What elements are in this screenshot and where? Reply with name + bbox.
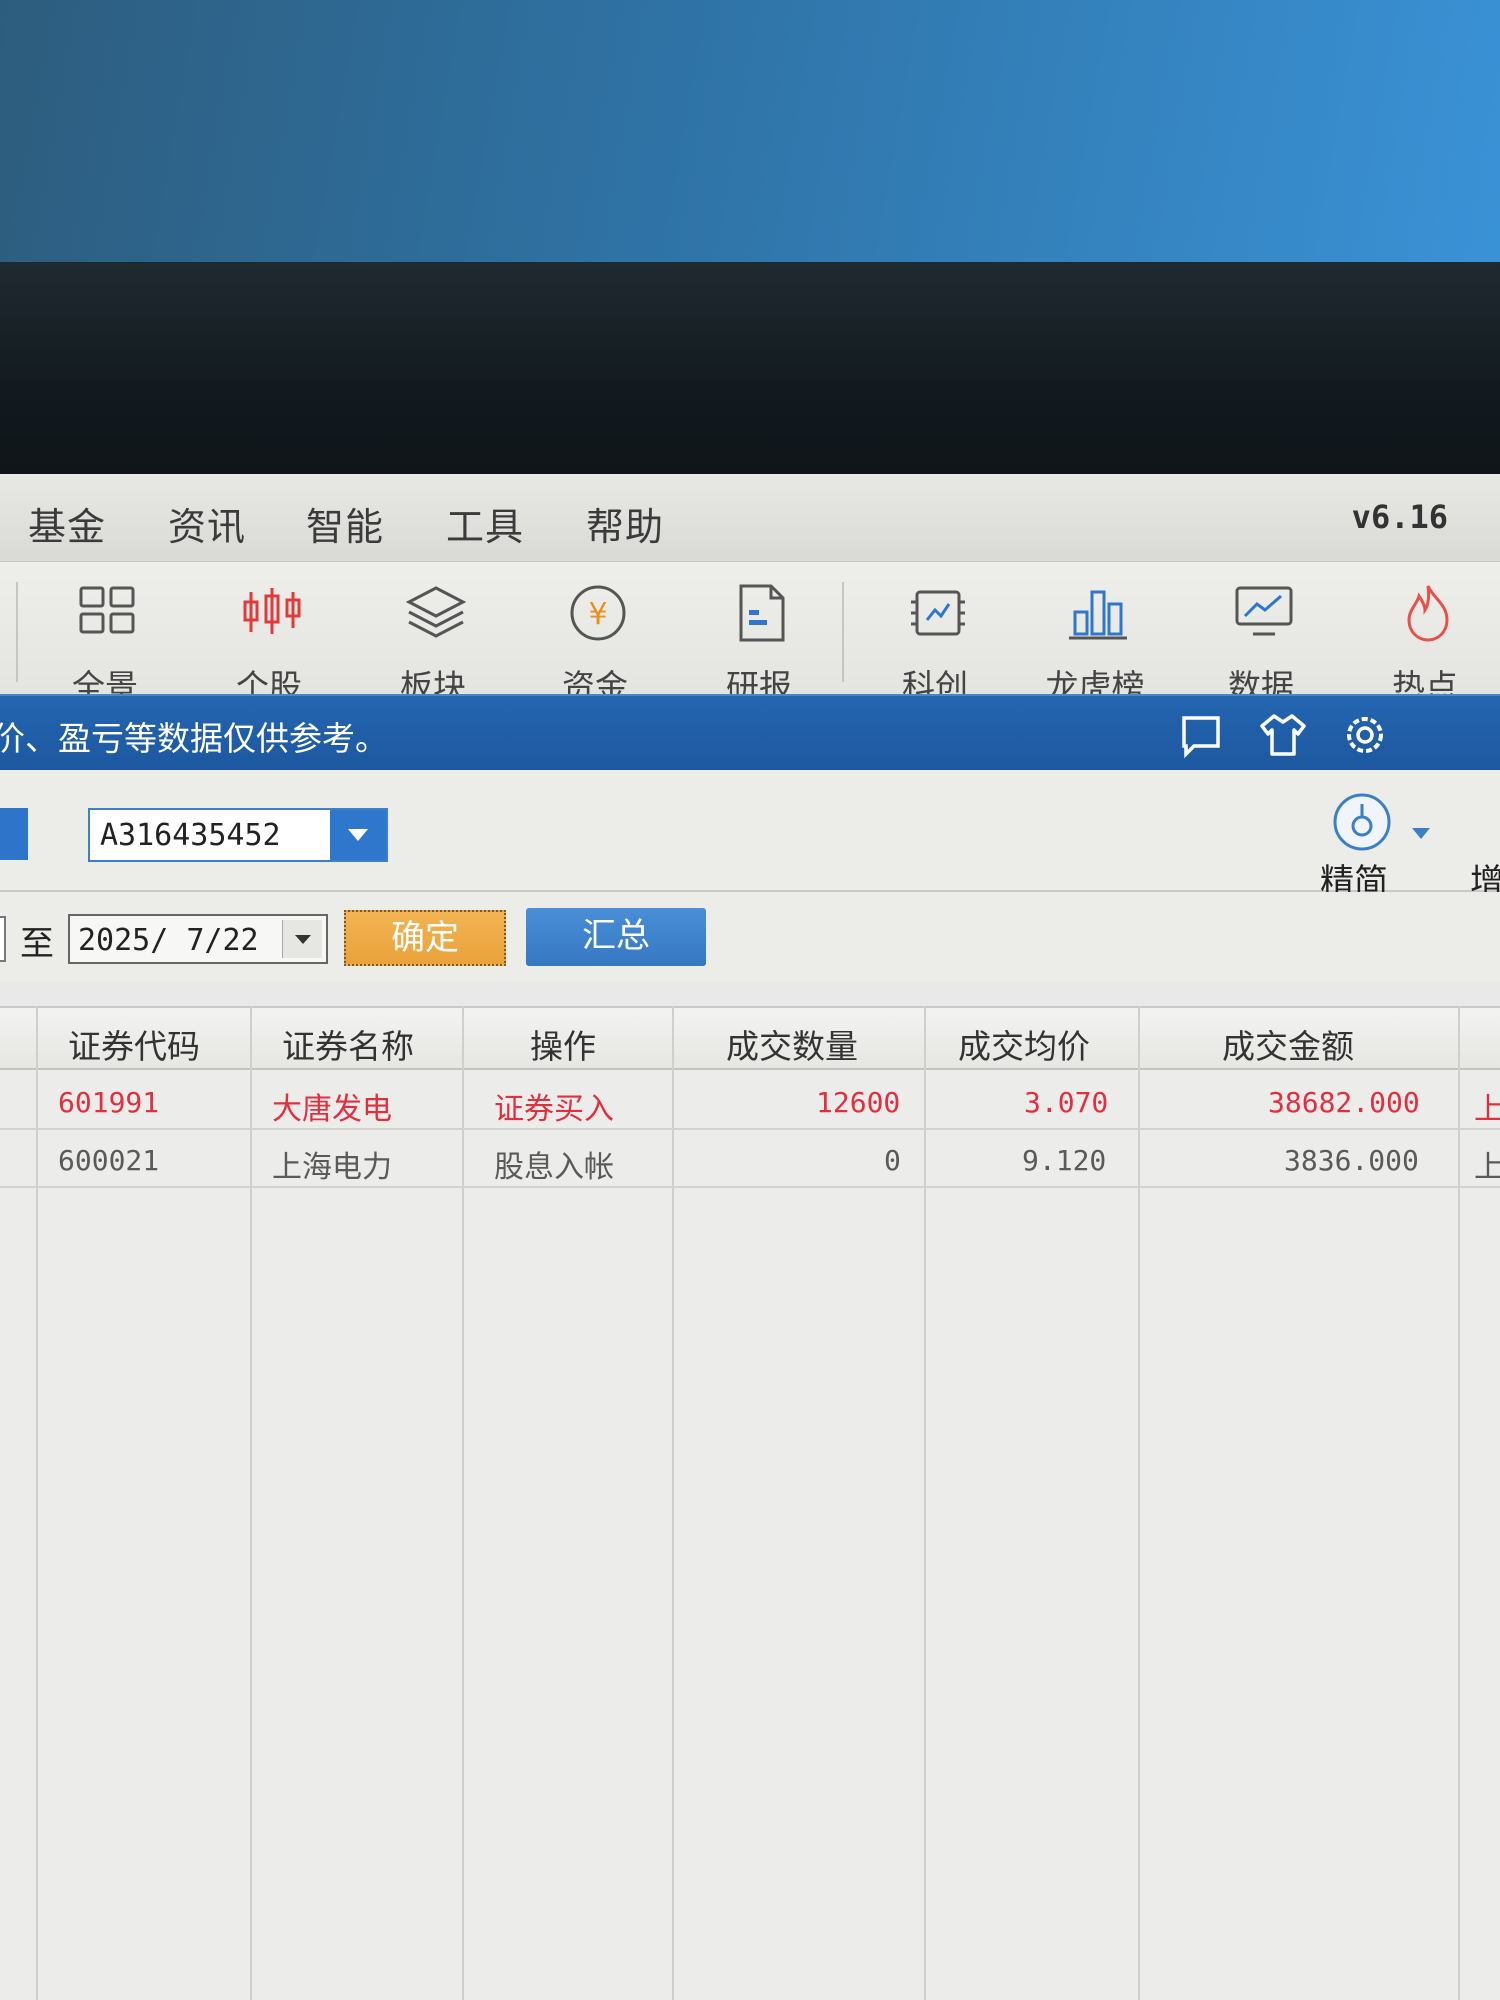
cell-extra: 上 [1474, 1092, 1500, 1127]
cell-amount: 3836.000 [1284, 1144, 1419, 1177]
trade-table: 证券代码 证券名称 操作 成交数量 成交均价 成交金额 601991 大唐发电 … [0, 1006, 1500, 2000]
cell-name: 上海电力 [272, 1150, 392, 1185]
cell-avg-price: 3.070 [1024, 1086, 1109, 1119]
menu-news[interactable]: 资讯 [168, 496, 246, 551]
cell-qty: 12600 [816, 1086, 901, 1119]
tool-dragon-tiger[interactable]: 龙虎榜 [1030, 562, 1160, 706]
toolbar-divider [842, 582, 844, 682]
background-wall [0, 0, 1500, 270]
notice-text: 价、盈亏等数据仅供参考。 [0, 719, 388, 758]
table-header: 证券代码 证券名称 操作 成交数量 成交均价 成交金额 [0, 1006, 1500, 1070]
table-row[interactable]: 600021 上海电力 股息入帐 0 9.120 3836.000 上 [0, 1130, 1500, 1188]
tool-hot[interactable]: 热点 [1360, 562, 1490, 706]
table-row[interactable]: 601991 大唐发电 证券买入 12600 3.070 38682.000 上 [0, 1072, 1500, 1130]
monitor-bezel [0, 262, 1500, 477]
settings-icon[interactable] [1340, 710, 1390, 760]
tool-star-market[interactable]: 科创 [870, 562, 1000, 706]
account-select[interactable]: A316435452 [88, 808, 388, 862]
menu-help[interactable]: 帮助 [586, 496, 664, 551]
candlestick-icon [243, 588, 301, 634]
tool-sector[interactable]: 板块 [368, 562, 498, 706]
col-avg-price[interactable]: 成交均价 [958, 1020, 1090, 1068]
menu-smart[interactable]: 智能 [306, 496, 384, 551]
col-code[interactable]: 证券代码 [68, 1020, 200, 1068]
col-name[interactable]: 证券名称 [282, 1020, 414, 1068]
flame-icon [1407, 585, 1449, 642]
message-icon[interactable] [1176, 710, 1226, 760]
end-date-field[interactable]: 2025/ 7/22 [68, 914, 328, 964]
cell-action: 证券买入 [494, 1092, 614, 1127]
col-amount[interactable]: 成交金额 [1222, 1020, 1354, 1068]
cell-avg-price: 9.120 [1022, 1144, 1107, 1177]
account-value: A316435452 [100, 818, 281, 853]
layers-icon [405, 586, 467, 638]
menu-tools[interactable]: 工具 [446, 496, 524, 551]
summary-button[interactable]: 汇总 [526, 908, 706, 966]
chevron-down-icon[interactable] [330, 810, 386, 860]
monitor-chart-icon [1235, 586, 1293, 636]
cell-name: 大唐发电 [272, 1092, 392, 1127]
trading-window: 基金 资讯 智能 工具 帮助 v6.16 全景 个股 板块 ¥ 资金 研报 科创… [0, 474, 1500, 2000]
chevron-down-icon[interactable] [282, 920, 322, 958]
toolbar: 全景 个股 板块 ¥ 资金 研报 科创 龙虎榜 数据 热点 [0, 562, 1500, 706]
chevron-down-icon[interactable] [1412, 828, 1430, 839]
col-action[interactable]: 操作 [530, 1020, 596, 1068]
cell-extra: 上 [1474, 1150, 1500, 1185]
cell-action: 股息入帐 [494, 1150, 614, 1185]
start-date-field[interactable] [0, 916, 6, 962]
date-filter-row: 至 2025/ 7/22 确定 汇总 [0, 892, 1500, 982]
notice-bar: 价、盈亏等数据仅供参考。 [0, 694, 1500, 770]
to-label: 至 [20, 924, 54, 964]
chip-icon [911, 590, 965, 636]
skin-icon[interactable] [1258, 710, 1308, 760]
account-row: A316435452 精简 增 [0, 770, 1500, 902]
tool-data[interactable]: 数据 [1196, 562, 1326, 706]
report-icon [739, 584, 785, 642]
col-qty[interactable]: 成交数量 [726, 1020, 858, 1068]
grid-icon [79, 586, 135, 634]
cell-qty: 0 [884, 1144, 901, 1177]
end-date-value: 2025/ 7/22 [78, 923, 259, 958]
menu-fund[interactable]: 基金 [28, 496, 106, 551]
cell-amount: 38682.000 [1268, 1086, 1420, 1119]
tool-research[interactable]: 研报 [694, 562, 824, 706]
cell-code: 600021 [58, 1144, 160, 1177]
tool-overview[interactable]: 全景 [40, 562, 170, 706]
confirm-button[interactable]: 确定 [344, 910, 506, 966]
cell-code: 601991 [58, 1086, 160, 1119]
tool-capital[interactable]: ¥ 资金 [530, 562, 660, 706]
version-label: v6.16 [1351, 498, 1448, 536]
market-dropdown-button[interactable] [0, 808, 28, 860]
menu-bar: 基金 资讯 智能 工具 帮助 v6.16 [0, 474, 1500, 562]
simple-mode-icon[interactable] [1330, 790, 1394, 854]
yuan-icon: ¥ [570, 585, 626, 641]
svg-text:¥: ¥ [588, 597, 607, 632]
tool-stock[interactable]: 个股 [204, 562, 334, 706]
bar-chart-icon [1069, 590, 1127, 640]
toolbar-divider [16, 582, 18, 682]
